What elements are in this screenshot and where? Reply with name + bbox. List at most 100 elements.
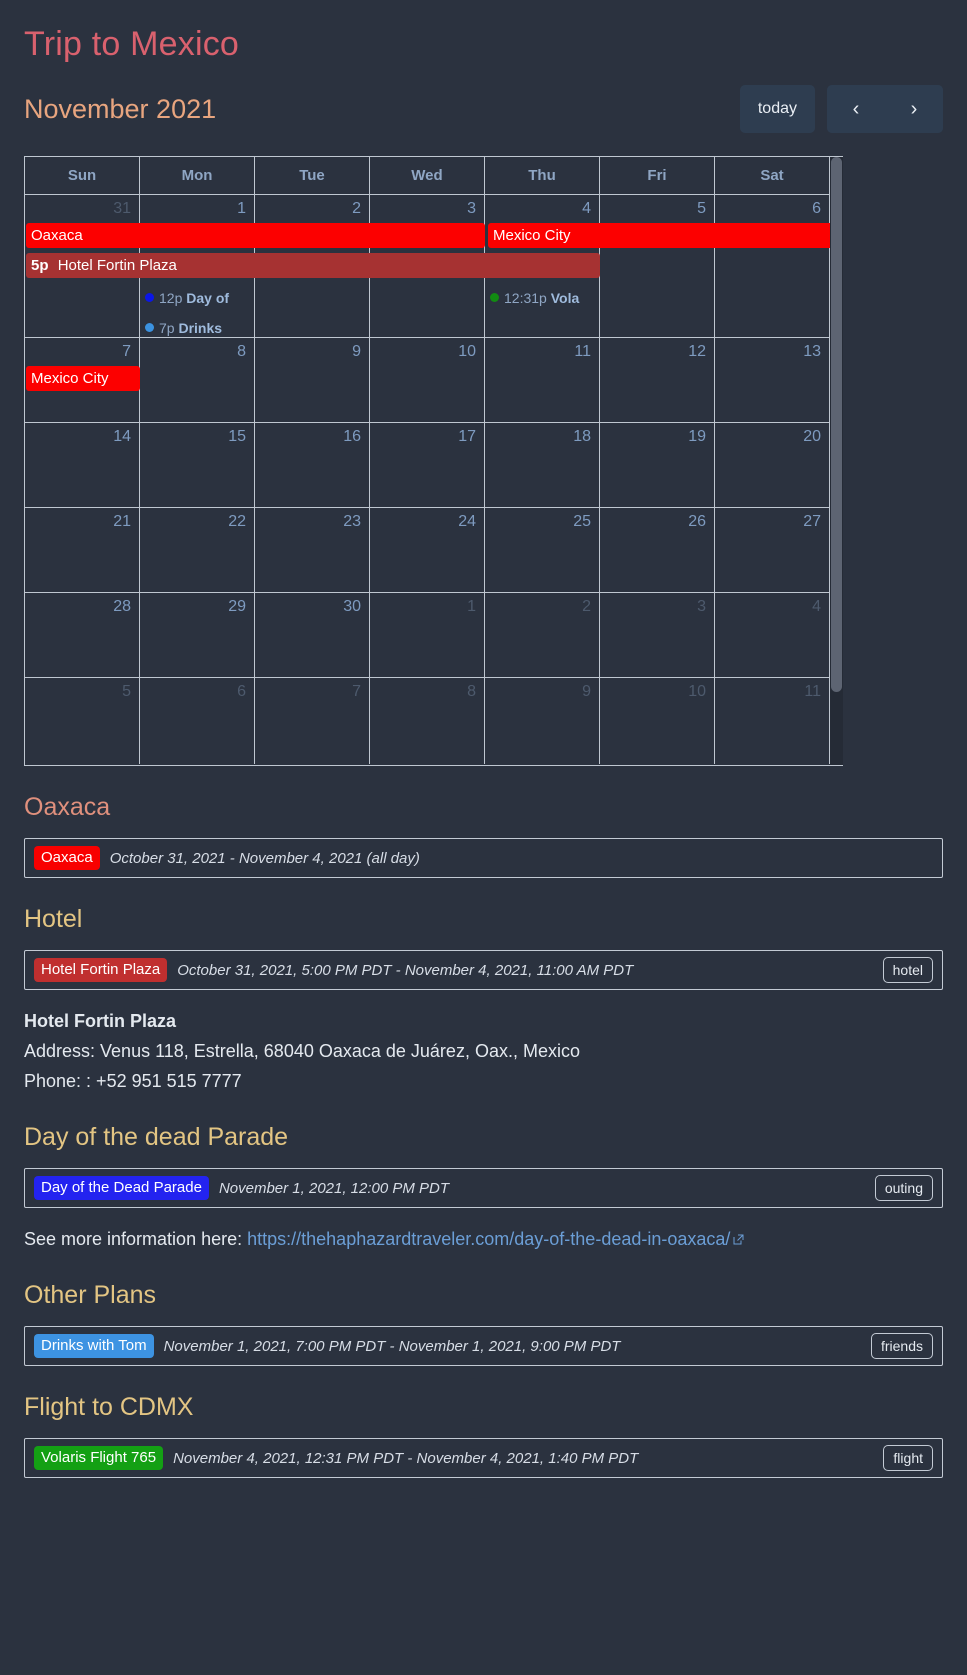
- month-calendar[interactable]: Sun Mon Tue Wed Thu Fri Sat 31 1 2 3 4 5…: [24, 156, 843, 766]
- section-title: Other Plans: [24, 1281, 157, 1309]
- day-cell[interactable]: 18: [485, 423, 600, 507]
- day-number: 3: [467, 200, 476, 217]
- day-number: 10: [688, 683, 706, 700]
- event-tag-flight[interactable]: flight: [883, 1445, 933, 1471]
- calendar-week-row: 5 6 7 8 9 10 11: [25, 678, 843, 764]
- day-number: 11: [574, 343, 591, 360]
- day-number: 27: [803, 513, 821, 530]
- day-cell[interactable]: 29: [140, 593, 255, 677]
- day-cell[interactable]: 8: [370, 678, 485, 764]
- parade-info-prefix: See more information here:: [24, 1229, 248, 1249]
- event-badge: Day of the Dead Parade: [34, 1176, 209, 1200]
- calendar-page: Trip to Mexico November 2021 today ‹ › S…: [0, 0, 967, 1675]
- day-number: 3: [697, 598, 706, 615]
- day-cell[interactable]: 10: [600, 678, 715, 764]
- day-number: 12: [688, 343, 706, 360]
- day-number: 29: [228, 598, 246, 615]
- event-title: Day of: [186, 290, 230, 306]
- day-cell[interactable]: 21: [25, 508, 140, 592]
- day-number: 30: [343, 598, 361, 615]
- day-cell[interactable]: 14: [25, 423, 140, 507]
- day-cell[interactable]: 5: [25, 678, 140, 764]
- prev-next-button-group: ‹ ›: [827, 85, 943, 133]
- day-cell[interactable]: 3: [600, 593, 715, 677]
- calendar-nav-controls: today ‹ ›: [739, 85, 943, 133]
- event-detail-card[interactable]: Oaxaca October 31, 2021 - November 4, 20…: [24, 838, 943, 878]
- day-cell[interactable]: 26: [600, 508, 715, 592]
- next-month-button[interactable]: ›: [885, 85, 943, 133]
- event-tag-outing[interactable]: outing: [874, 1175, 933, 1201]
- day-number: 6: [812, 200, 821, 217]
- day-cell[interactable]: 9: [485, 678, 600, 764]
- event-chip-mexico-city-cont[interactable]: Mexico City: [26, 366, 140, 391]
- weekday-thu: Thu: [485, 157, 600, 194]
- day-number: 1: [467, 598, 476, 615]
- week-events-overlay: Mexico City: [25, 366, 843, 396]
- calendar-scrollbar[interactable]: [830, 157, 843, 765]
- today-button[interactable]: today: [739, 85, 815, 133]
- day-cell[interactable]: 25: [485, 508, 600, 592]
- event-datetime: October 31, 2021, 5:00 PM PDT - November…: [177, 961, 634, 979]
- section-title: Hotel: [24, 905, 83, 933]
- day-number: 25: [573, 513, 591, 530]
- event-datetime: November 4, 2021, 12:31 PM PDT - Novembe…: [173, 1449, 639, 1467]
- event-chip-volaris-flight[interactable]: 12:31p Vola: [488, 283, 601, 313]
- event-tag-hotel[interactable]: hotel: [882, 957, 933, 983]
- calendar-week-row: 28 29 30 1 2 3 4: [25, 593, 843, 678]
- event-detail-card[interactable]: Day of the Dead Parade November 1, 2021,…: [24, 1168, 943, 1208]
- event-title: Vola: [550, 290, 580, 306]
- event-row: 5p Hotel Fortin Plaza: [25, 253, 843, 283]
- hotel-phone: Phone: : +52 951 515 7777: [24, 1071, 242, 1091]
- prev-month-button[interactable]: ‹: [827, 85, 885, 133]
- day-cell[interactable]: 7: [255, 678, 370, 764]
- event-chip-day-of-the-dead[interactable]: 12p Day of: [143, 283, 253, 313]
- event-detail-card[interactable]: Drinks with Tom November 1, 2021, 7:00 P…: [24, 1326, 943, 1366]
- day-cell[interactable]: 11: [715, 678, 830, 764]
- day-cell[interactable]: 15: [140, 423, 255, 507]
- day-number: 4: [812, 598, 821, 615]
- calendar-week-row: 14 15 16 17 18 19 20: [25, 423, 843, 508]
- section-flight-to-cdmx: Flight to CDMX Volaris Flight 765 Novemb…: [24, 1390, 943, 1478]
- calendar-inner: Sun Mon Tue Wed Thu Fri Sat 31 1 2 3 4 5…: [25, 157, 843, 764]
- day-number: 11: [804, 683, 821, 700]
- event-row: Oaxaca Mexico City: [25, 223, 843, 253]
- day-cell[interactable]: 16: [255, 423, 370, 507]
- hotel-name: Hotel Fortin Plaza: [24, 1011, 177, 1031]
- event-dot-icon: [145, 323, 154, 332]
- day-number: 23: [343, 513, 361, 530]
- event-datetime: November 1, 2021, 12:00 PM PDT: [218, 1179, 450, 1197]
- day-cell[interactable]: 1: [370, 593, 485, 677]
- day-cell[interactable]: 20: [715, 423, 830, 507]
- event-row: Mexico City: [25, 366, 843, 396]
- event-chip-oaxaca[interactable]: Oaxaca: [26, 223, 485, 248]
- day-cell[interactable]: 19: [600, 423, 715, 507]
- day-number: 9: [582, 683, 591, 700]
- day-number: 6: [237, 683, 246, 700]
- day-number: 16: [343, 428, 361, 445]
- day-number: 8: [467, 683, 476, 700]
- section-oaxaca: Oaxaca Oaxaca October 31, 2021 - Novembe…: [24, 790, 943, 878]
- calendar-week-row: 7 8 9 10 11 12 13 Mexico City: [25, 338, 843, 423]
- parade-info-link[interactable]: https://thehaphazardtraveler.com/day-of-…: [247, 1229, 730, 1249]
- day-cell[interactable]: 17: [370, 423, 485, 507]
- day-cell[interactable]: 2: [485, 593, 600, 677]
- event-tag-friends[interactable]: friends: [870, 1333, 933, 1359]
- calendar-scrollbar-thumb[interactable]: [831, 157, 842, 692]
- event-chip-mexico-city[interactable]: Mexico City: [488, 223, 843, 248]
- day-number: 2: [582, 598, 591, 615]
- day-cell[interactable]: 22: [140, 508, 255, 592]
- event-detail-card[interactable]: Volaris Flight 765 November 4, 2021, 12:…: [24, 1438, 943, 1478]
- calendar-toolbar: November 2021 today ‹ ›: [24, 84, 943, 134]
- event-detail-card[interactable]: Hotel Fortin Plaza October 31, 2021, 5:0…: [24, 950, 943, 990]
- day-cell[interactable]: 6: [140, 678, 255, 764]
- day-cell[interactable]: 27: [715, 508, 830, 592]
- day-cell[interactable]: 23: [255, 508, 370, 592]
- day-cell[interactable]: 30: [255, 593, 370, 677]
- day-cell[interactable]: 28: [25, 593, 140, 677]
- event-chip-hotel[interactable]: 5p Hotel Fortin Plaza: [26, 253, 600, 278]
- day-cell[interactable]: 24: [370, 508, 485, 592]
- day-cell[interactable]: 4: [715, 593, 830, 677]
- day-number: 18: [573, 428, 591, 445]
- event-dot-icon: [145, 293, 154, 302]
- week-events-overlay: Oaxaca Mexico City 5p Hotel Fortin Plaza: [25, 223, 843, 343]
